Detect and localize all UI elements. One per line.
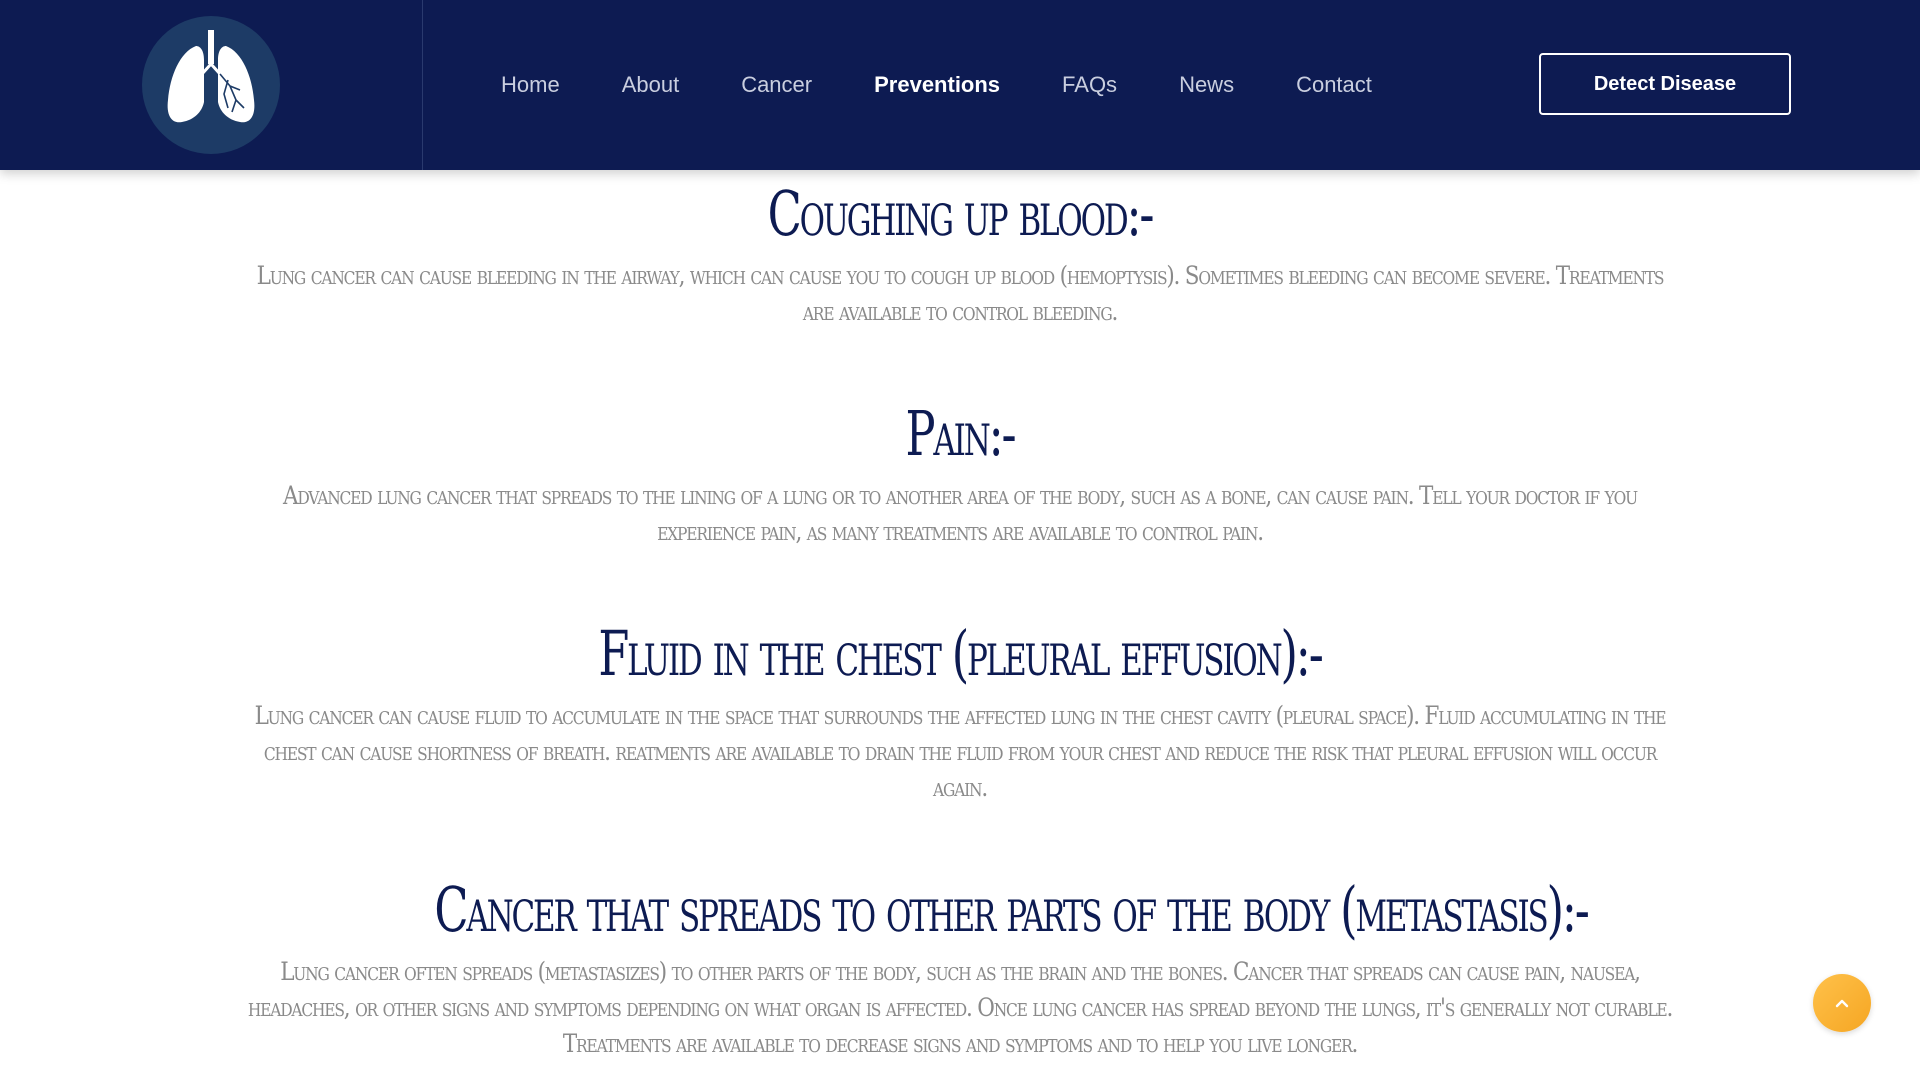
nav-news[interactable]: News [1179,72,1234,98]
section-title: Pain:- [905,397,1017,470]
main-nav: Home About Cancer Preventions FAQs News … [470,0,1403,170]
nav-cancer[interactable]: Cancer [741,72,812,98]
section-title: Coughing up blood:- [767,177,1155,250]
scroll-to-top-button[interactable] [1813,974,1871,1032]
chevron-up-icon [1835,999,1849,1008]
nav-contact[interactable]: Contact [1296,72,1372,98]
lungs-logo-icon[interactable] [142,16,280,154]
detect-disease-button[interactable]: Detect Disease [1539,53,1791,115]
logo-area [0,0,423,170]
section-coughing-blood: Coughing up blood:- Lung cancer can caus… [230,170,1690,330]
section-text: Lung cancer can cause bleeding in the ai… [256,261,1665,326]
section-pleural-effusion: Fluid in the chest (pleural effusion):- … [230,610,1690,806]
section-title: Cancer that spreads to other parts of th… [434,873,1589,946]
nav-about[interactable]: About [622,72,680,98]
main-content: Coughing up blood:- Lung cancer can caus… [0,170,1920,1062]
section-metastasis: Cancer that spreads to other parts of th… [230,866,1690,1062]
nav-preventions[interactable]: Preventions [874,72,1000,98]
section-text: Advanced lung cancer that spreads to the… [283,481,1638,546]
section-text: Lung cancer often spreads (metastasizes)… [247,957,1674,1058]
section-text: Lung cancer can cause fluid to accumulat… [254,701,1667,802]
section-title: Fluid in the chest (pleural effusion):- [598,617,1323,690]
section-pain: Pain:- Advanced lung cancer that spreads… [230,390,1690,550]
nav-faqs[interactable]: FAQs [1062,72,1117,98]
nav-home[interactable]: Home [501,72,560,98]
navbar: Home About Cancer Preventions FAQs News … [0,0,1920,170]
